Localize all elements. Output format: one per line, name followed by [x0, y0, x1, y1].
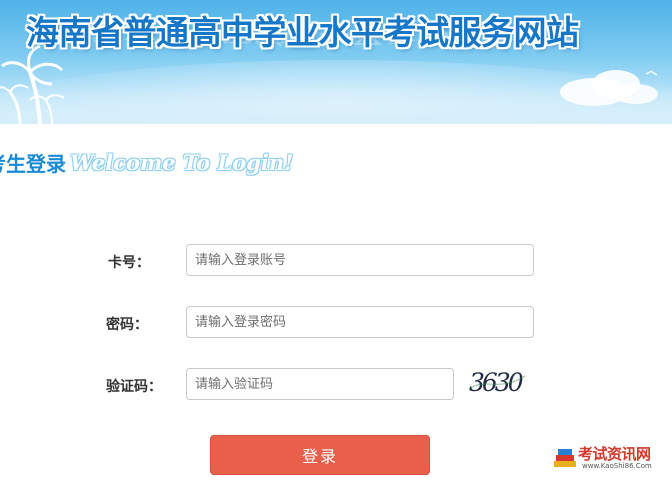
login-heading-en: Welcome To Login!: [70, 150, 294, 175]
cloud-illustration: [560, 70, 658, 106]
watermark-url: www.KaoShi86.Com: [582, 462, 652, 470]
password-input[interactable]: [186, 306, 534, 338]
captcha-text: 3630: [469, 368, 524, 397]
password-label: 密码：: [106, 317, 148, 333]
header-banner: 海南省普通高中学业水平考试服务网站 海南省普通高中学业水平考试服务网站: [0, 0, 672, 124]
watermark-title: 考试资讯网: [578, 445, 651, 463]
card-number-input[interactable]: [186, 244, 534, 276]
card-number-label: 卡号：: [108, 255, 150, 271]
login-button[interactable]: 登录: [210, 435, 430, 475]
captcha-label: 验证码：: [106, 379, 162, 395]
watermark: 考试资讯网 www.KaoShi86.Com: [552, 443, 668, 479]
book-stack-logo-icon: [554, 449, 576, 467]
site-title: 海南省普通高中学业水平考试服务网站: [26, 13, 579, 52]
login-heading: 考生登录Welcome To Login!: [0, 148, 293, 180]
captcha-image[interactable]: 3630: [467, 366, 529, 398]
captcha-input[interactable]: [186, 368, 454, 400]
login-heading-cn: 考生登录: [0, 152, 66, 176]
